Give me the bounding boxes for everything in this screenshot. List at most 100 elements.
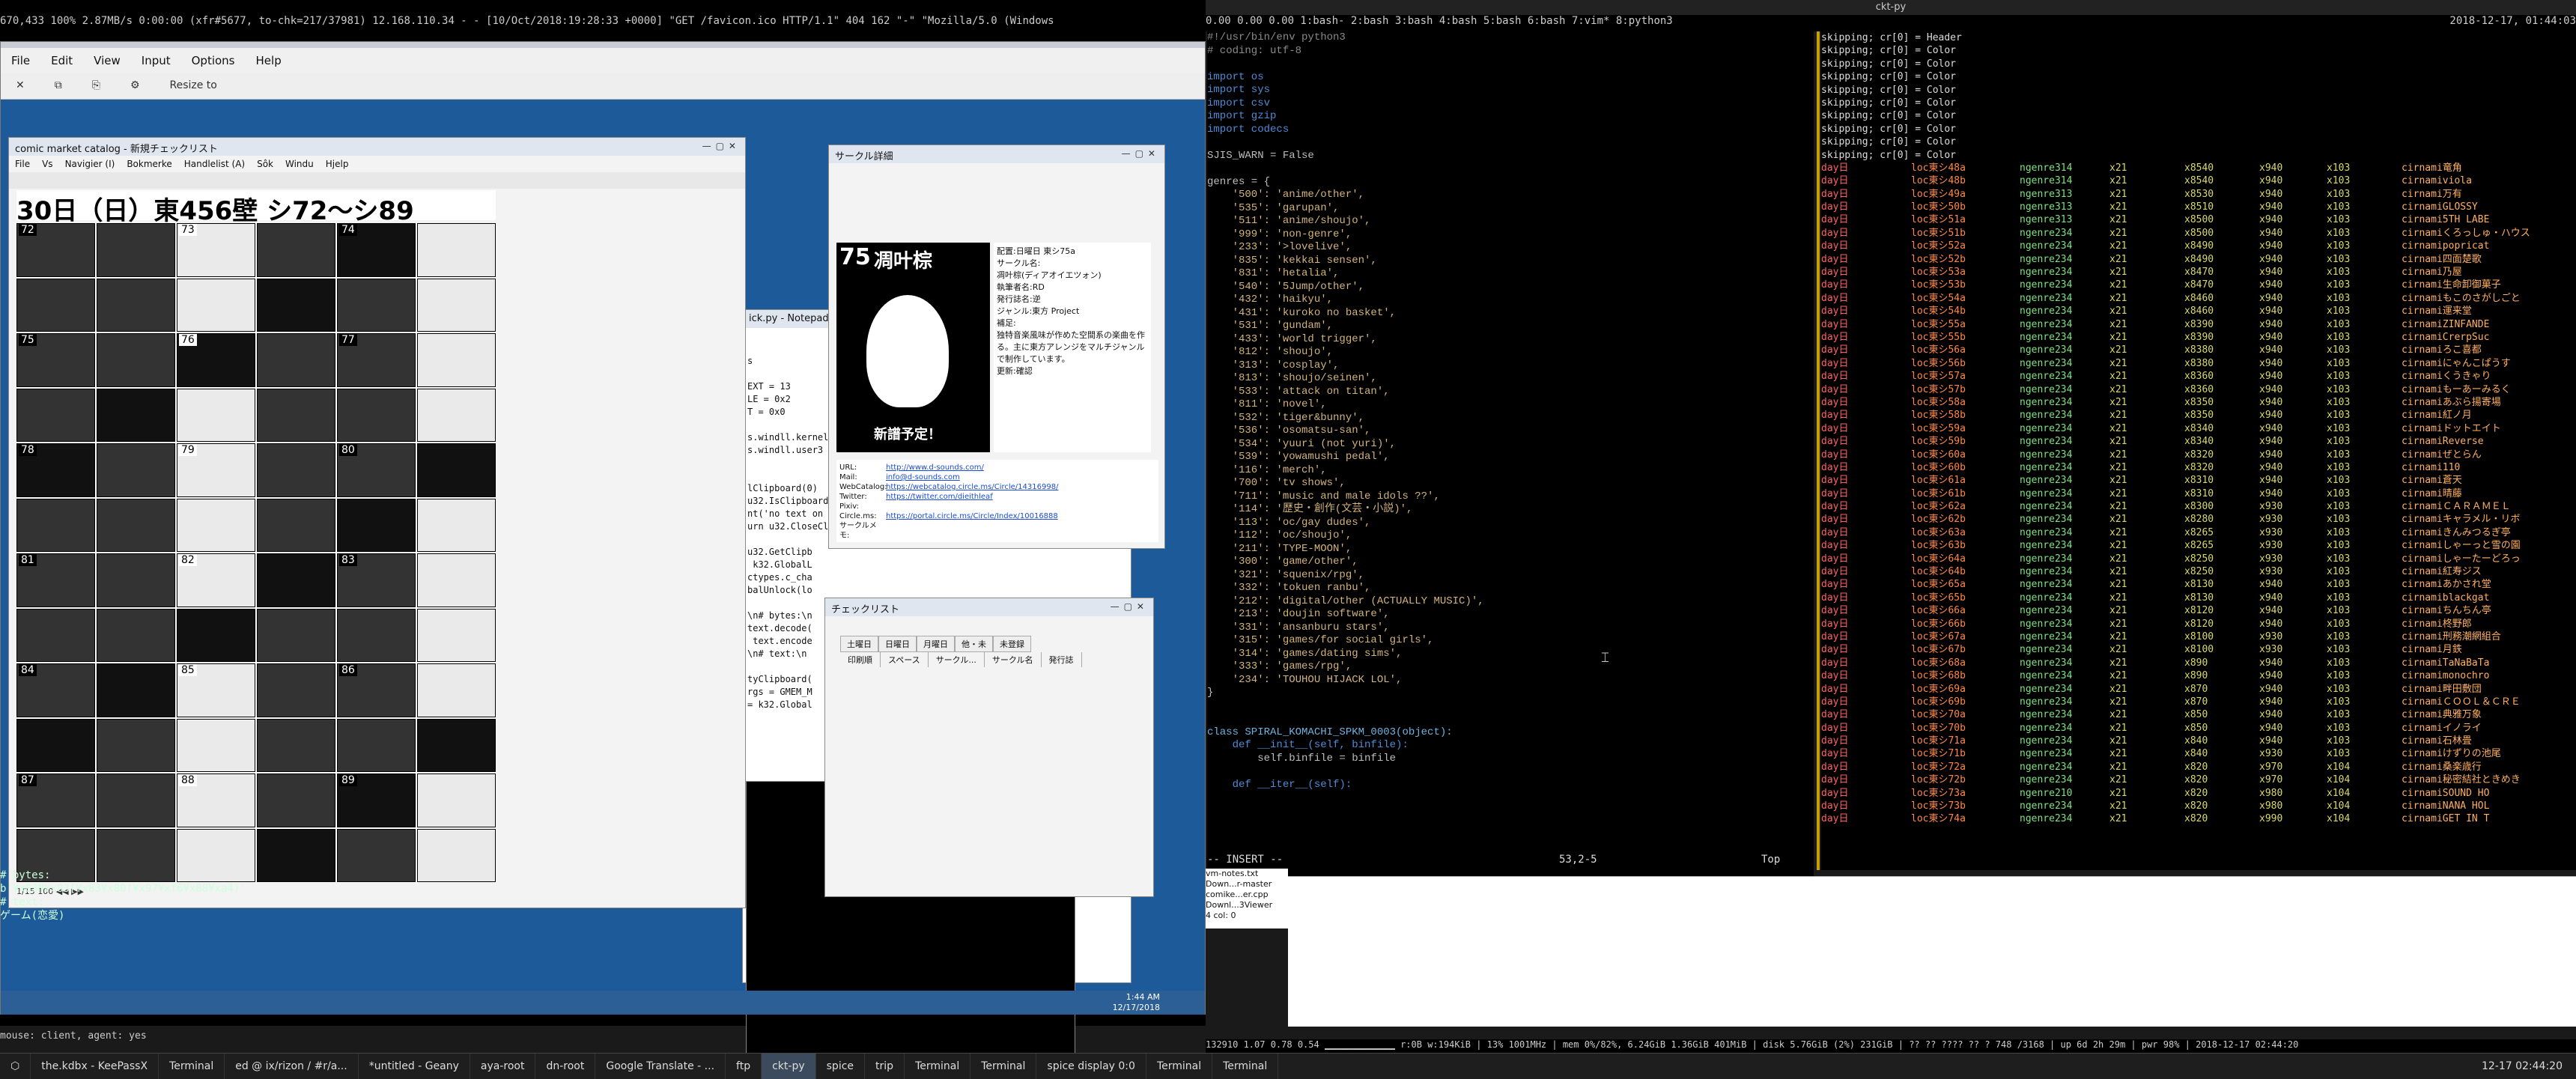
catalog-cell[interactable] (257, 278, 335, 332)
cat-menu-file[interactable]: File (9, 156, 36, 172)
catalog-cell[interactable]: 79 (177, 443, 255, 497)
resize-button[interactable]: Resize to (155, 73, 232, 97)
catalog-cell[interactable] (97, 223, 175, 277)
catalog-cell[interactable]: 76 (177, 333, 255, 387)
window-controls[interactable]: —▢✕ (1122, 148, 1160, 159)
taskbar-button[interactable]: aya-root (470, 1054, 536, 1079)
menu-input[interactable]: Input (131, 48, 181, 73)
link-url[interactable]: https://twitter.com/dieithleaf (886, 493, 993, 501)
vim-buffer[interactable]: #!/usr/bin/env python3 # coding: utf-8 im… (1207, 31, 1814, 791)
catalog-cell[interactable] (97, 443, 175, 497)
catalog-cell[interactable] (16, 388, 95, 442)
catalog-cell[interactable] (177, 718, 255, 772)
menu-view[interactable]: View (83, 48, 131, 73)
catalog-cell[interactable]: 83 (337, 553, 416, 607)
cat-menu-vs[interactable]: Vs (36, 156, 58, 172)
catalog-cell[interactable] (337, 388, 416, 442)
copy-icon[interactable]: ⧉ (40, 73, 77, 97)
link-url[interactable]: info@d-sounds.com (886, 473, 960, 481)
catalog-cell[interactable] (417, 553, 496, 607)
catalog-cell[interactable] (257, 388, 335, 442)
checklist-tab[interactable]: 日曜日 (878, 636, 917, 652)
vm-title-bar[interactable] (1, 42, 1205, 48)
catalog-cell[interactable] (177, 608, 255, 662)
file-item[interactable]: Downl...3Viewer (1206, 900, 1288, 911)
catalog-cell[interactable] (417, 718, 496, 772)
catalog-cell[interactable] (16, 608, 95, 662)
catalog-toolbar[interactable] (9, 172, 745, 189)
catalog-cell[interactable] (417, 608, 496, 662)
catalog-cell[interactable] (337, 608, 416, 662)
catalog-cell[interactable] (257, 663, 335, 717)
python-output-pane[interactable]: skipping; cr[0] = Header skipping; cr[0] … (1821, 31, 2576, 870)
catalog-cell[interactable] (417, 663, 496, 717)
catalog-cell[interactable]: 77 (337, 333, 416, 387)
catalog-cell[interactable]: 80 (337, 443, 416, 497)
checklist-column-header[interactable]: スペース (881, 652, 929, 667)
checklist-tab[interactable]: 未登録 (993, 636, 1031, 652)
link-url[interactable]: https://webcatalog.circle.ms/Circle/1431… (886, 483, 1058, 491)
catalog-cell[interactable] (97, 773, 175, 827)
catalog-cell[interactable] (417, 498, 496, 552)
paste-icon[interactable]: ⎘ (77, 73, 115, 97)
catalog-cell[interactable] (257, 773, 335, 827)
menu-options[interactable]: Options (181, 48, 246, 73)
catalog-cell[interactable]: 81 (16, 553, 95, 607)
detail-title[interactable]: サークル詳細 (829, 145, 1164, 163)
taskbar-button[interactable]: trip (865, 1054, 905, 1079)
taskbar-button[interactable]: Google Translate - ... (595, 1054, 726, 1079)
catalog-cell[interactable]: 85 (177, 663, 255, 717)
taskbar-button[interactable]: ed @ ix/rizon / #r/a... (225, 1054, 359, 1079)
catalog-cell[interactable] (417, 388, 496, 442)
catalog-cell[interactable]: 74 (337, 223, 416, 277)
catalog-cell[interactable] (16, 718, 95, 772)
file-list[interactable]: vm-notes.txt Down...r-master comike...er.c… (1206, 869, 1288, 928)
taskbar-button[interactable]: ⬡ (0, 1054, 31, 1079)
checklist-tab[interactable]: 他・未 (955, 636, 993, 652)
taskbar-button[interactable]: Terminal (970, 1054, 1037, 1079)
checklist-tab[interactable]: 土曜日 (840, 636, 878, 652)
taskbar-button[interactable]: *untitled - Geany (359, 1054, 470, 1079)
catalog-cell[interactable] (337, 278, 416, 332)
blank-window[interactable] (1288, 876, 2576, 1027)
catalog-cell[interactable] (97, 278, 175, 332)
catalog-cell[interactable] (177, 278, 255, 332)
catalog-cell[interactable] (417, 443, 496, 497)
catalog-cell[interactable] (417, 773, 496, 827)
catalog-cell[interactable] (257, 718, 335, 772)
file-item[interactable]: comike...er.cpp (1206, 890, 1288, 900)
catalog-cell[interactable] (97, 663, 175, 717)
taskbar-button[interactable]: dn-root (535, 1054, 596, 1079)
taskbar-button[interactable]: ckt-py (762, 1054, 816, 1079)
checklist-tab[interactable]: 月曜日 (917, 636, 955, 652)
catalog-cell[interactable] (257, 608, 335, 662)
catalog-cell[interactable]: 72 (16, 223, 95, 277)
catalog-cell[interactable] (417, 333, 496, 387)
taskbar-button[interactable]: Terminal (1146, 1054, 1213, 1079)
catalog-cell[interactable] (97, 608, 175, 662)
taskbar-button[interactable]: the.kdbx - KeePassX (31, 1054, 160, 1079)
taskbar-button[interactable]: spice display 0:0 (1036, 1054, 1146, 1079)
catalog-cell[interactable] (97, 718, 175, 772)
catalog-cell[interactable] (177, 388, 255, 442)
catalog-cell[interactable] (97, 333, 175, 387)
catalog-cell[interactable]: 73 (177, 223, 255, 277)
vim-editor[interactable]: #!/usr/bin/env python3 # coding: utf-8 im… (1207, 31, 1814, 878)
catalog-title[interactable]: comic market catalog - 新規チェックリスト (9, 138, 745, 156)
window-controls[interactable]: —▢✕ (1111, 601, 1149, 612)
window-controls[interactable]: —▢✕ (702, 141, 741, 151)
file-item[interactable]: vm-notes.txt (1206, 869, 1288, 879)
taskbar-button[interactable]: Terminal (1212, 1054, 1279, 1079)
menu-file[interactable]: File (1, 48, 40, 73)
checklist-column-header[interactable]: サークル... (929, 652, 985, 667)
catalog-cell[interactable] (97, 388, 175, 442)
link-url[interactable]: http://www.d-sounds.com/ (886, 463, 984, 472)
catalog-cell[interactable] (16, 498, 95, 552)
close-icon[interactable]: ✕ (1, 73, 40, 97)
cat-menu-search[interactable]: Sôk (251, 156, 279, 172)
file-item[interactable]: Down...r-master (1206, 879, 1288, 890)
catalog-grid[interactable]: 72 73 74 75 76 77 78 79 80 81 82 83 84 85 86 87 88 89 (16, 223, 496, 882)
checklist-column-header[interactable]: 印刷順 (840, 652, 881, 667)
catalog-cell[interactable]: 88 (177, 773, 255, 827)
checklist-column-header[interactable]: 発行誌 (1042, 652, 1082, 667)
